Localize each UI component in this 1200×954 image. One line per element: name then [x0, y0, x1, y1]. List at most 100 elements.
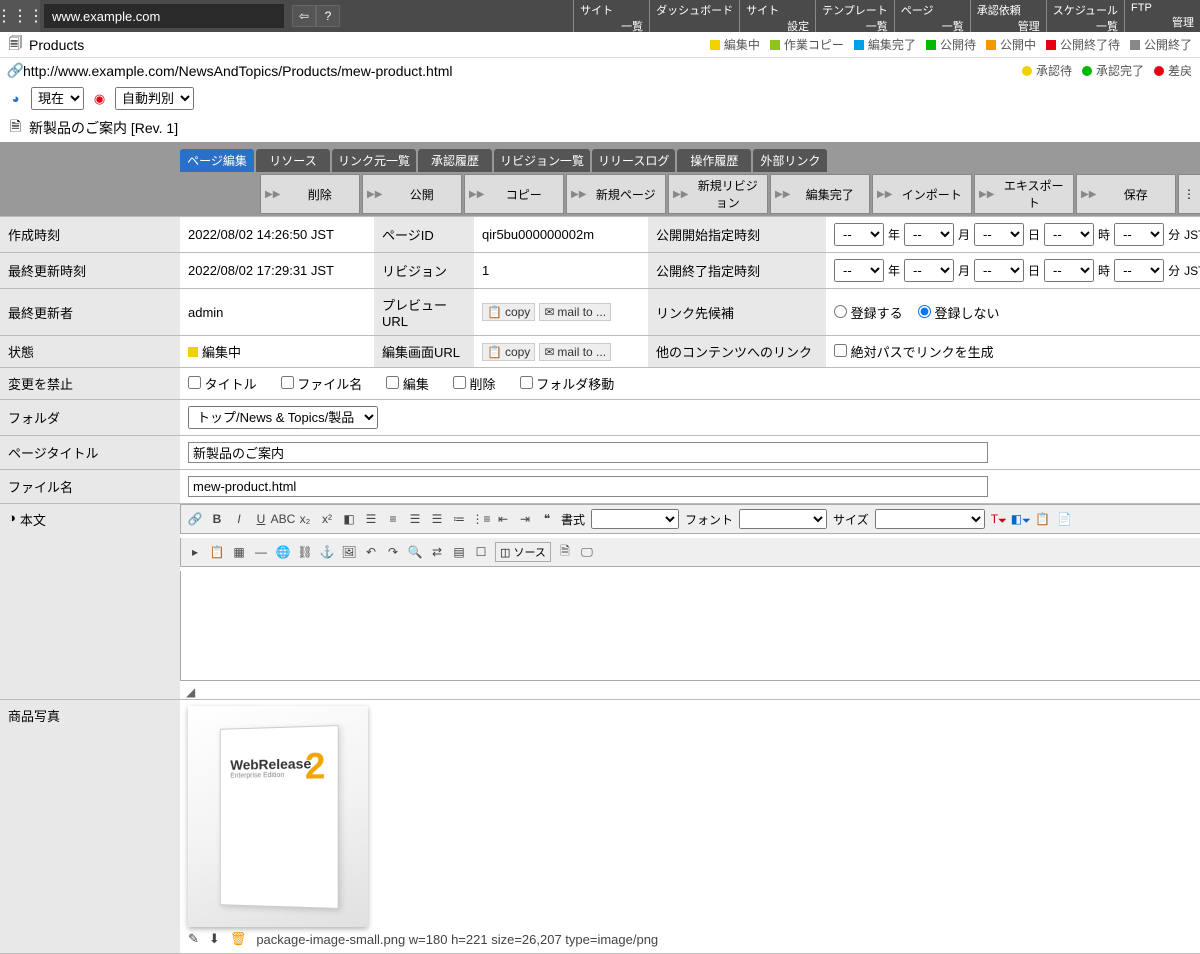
- cube-icon[interactable]: ◧: [341, 511, 357, 527]
- lock-move-cb[interactable]: フォルダ移動: [520, 374, 615, 393]
- topnav-item[interactable]: サイト設定: [739, 0, 815, 32]
- align-right-icon[interactable]: ☰: [407, 511, 423, 527]
- tab-6[interactable]: 操作履歴: [677, 149, 751, 172]
- indent-icon[interactable]: ⇥: [517, 511, 533, 527]
- clipboard-icon[interactable]: 📄: [1057, 511, 1073, 527]
- textcolor-icon[interactable]: T🞃: [991, 511, 1007, 527]
- bold-icon[interactable]: B: [209, 511, 225, 527]
- min-select2[interactable]: --: [1114, 259, 1164, 282]
- globe-icon[interactable]: 🌐: [275, 544, 291, 560]
- copy-button[interactable]: 📋 copy: [482, 303, 535, 321]
- tab-1[interactable]: リソース: [256, 149, 330, 172]
- image-icon[interactable]: 🖼: [341, 544, 357, 560]
- hour-select2[interactable]: --: [1044, 259, 1094, 282]
- topnav-item[interactable]: ダッシュボード: [649, 0, 739, 32]
- download-icon[interactable]: ⬇: [209, 931, 220, 947]
- toolbar-more[interactable]: ⋮: [1178, 174, 1200, 214]
- toolbar-保存[interactable]: ▶▶保存: [1076, 174, 1176, 214]
- topnav-item[interactable]: ページ一覧: [894, 0, 970, 32]
- year-select2[interactable]: --: [834, 259, 884, 282]
- year-select[interactable]: --: [834, 223, 884, 246]
- tab-4[interactable]: リビジョン一覧: [494, 149, 590, 172]
- unlink-icon[interactable]: ⛓: [297, 544, 313, 560]
- format-select[interactable]: [591, 509, 679, 529]
- grid-icon[interactable]: ▤: [451, 544, 467, 560]
- month-select2[interactable]: --: [904, 259, 954, 282]
- toolbar-削除[interactable]: ▶▶削除: [260, 174, 360, 214]
- topnav-item[interactable]: サイト一覧: [573, 0, 649, 32]
- sub-icon[interactable]: x₂: [297, 511, 313, 527]
- outdent-icon[interactable]: ⇤: [495, 511, 511, 527]
- day-select2[interactable]: --: [974, 259, 1024, 282]
- copy-button2[interactable]: 📋 copy: [482, 343, 535, 361]
- toolbar-新規リビジョン[interactable]: ▶▶新規リビジョン: [668, 174, 768, 214]
- tab-7[interactable]: 外部リンク: [753, 149, 827, 172]
- source-btn[interactable]: ◫ ソース: [495, 542, 551, 562]
- time-select[interactable]: 現在: [31, 87, 84, 110]
- align-center-icon[interactable]: ≡: [385, 511, 401, 527]
- delete-icon[interactable]: 🗑: [230, 931, 247, 947]
- preview-icon[interactable]: 🗎: [557, 544, 573, 560]
- tab-0[interactable]: ページ編集: [180, 149, 254, 172]
- back-icon[interactable]: ⇦: [292, 5, 316, 27]
- month-select[interactable]: --: [904, 223, 954, 246]
- editor-resize-grip[interactable]: ◢: [180, 685, 1200, 699]
- monitor-icon[interactable]: 🖵: [579, 544, 595, 560]
- tab-2[interactable]: リンク元一覧: [332, 149, 416, 172]
- topnav-item[interactable]: テンプレート一覧: [815, 0, 894, 32]
- mailto-button2[interactable]: ✉ mail to ...: [539, 343, 611, 361]
- table-icon[interactable]: ▦: [231, 544, 247, 560]
- collapse-icon[interactable]: ◑: [8, 510, 16, 525]
- font-select[interactable]: [739, 509, 827, 529]
- filename-input[interactable]: [188, 476, 988, 497]
- register-on-radio[interactable]: 登録する: [834, 303, 903, 322]
- lock-edit-cb[interactable]: 編集: [386, 374, 429, 393]
- toolbar-エキスポート[interactable]: ▶▶エキスポート: [974, 174, 1074, 214]
- topnav-item[interactable]: 承認依頼管理: [970, 0, 1046, 32]
- paste2-icon[interactable]: 📋: [209, 544, 225, 560]
- expand-icon[interactable]: ▸: [187, 544, 203, 560]
- lock-title-cb[interactable]: タイトル: [188, 374, 257, 393]
- undo-icon[interactable]: ↶: [363, 544, 379, 560]
- mode-select[interactable]: 自動判別: [115, 87, 194, 110]
- abspath-checkbox[interactable]: 絶対パスでリンクを生成: [834, 342, 994, 361]
- tab-3[interactable]: 承認履歴: [418, 149, 492, 172]
- quote-icon[interactable]: ❝: [539, 511, 555, 527]
- toolbar-公開[interactable]: ▶▶公開: [362, 174, 462, 214]
- replace-icon[interactable]: ⇄: [429, 544, 445, 560]
- strike-icon[interactable]: ABC: [275, 511, 291, 527]
- mailto-button[interactable]: ✉ mail to ...: [539, 303, 611, 321]
- min-select[interactable]: --: [1114, 223, 1164, 246]
- day-select[interactable]: --: [974, 223, 1024, 246]
- underline-icon[interactable]: U: [253, 511, 269, 527]
- toolbar-インポート[interactable]: ▶▶インポート: [872, 174, 972, 214]
- tab-5[interactable]: リリースログ: [592, 149, 675, 172]
- edit-icon[interactable]: ✎: [188, 931, 199, 947]
- hr-icon[interactable]: —: [253, 544, 269, 560]
- pagetitle-input[interactable]: [188, 442, 988, 463]
- ol-icon[interactable]: ≔: [451, 511, 467, 527]
- topnav-item[interactable]: FTP管理: [1124, 0, 1200, 32]
- folder-select[interactable]: トップ/News & Topics/製品: [188, 406, 378, 429]
- toolbar-新規ページ[interactable]: ▶▶新規ページ: [566, 174, 666, 214]
- find-icon[interactable]: 🔍: [407, 544, 423, 560]
- align-left-icon[interactable]: ☰: [363, 511, 379, 527]
- redo-icon[interactable]: ↷: [385, 544, 401, 560]
- toolbar-編集完了[interactable]: ▶▶編集完了: [770, 174, 870, 214]
- size-select[interactable]: [875, 509, 985, 529]
- editor-textarea[interactable]: [180, 571, 1200, 681]
- bgcolor-icon[interactable]: ◧🞃: [1013, 511, 1029, 527]
- lock-filename-cb[interactable]: ファイル名: [281, 374, 363, 393]
- lock-delete-cb[interactable]: 削除: [453, 374, 496, 393]
- toolbar-コピー[interactable]: ▶▶コピー: [464, 174, 564, 214]
- link-icon[interactable]: 🔗: [187, 511, 203, 527]
- anchor-icon[interactable]: ⚓: [319, 544, 335, 560]
- hour-select[interactable]: --: [1044, 223, 1094, 246]
- form-icon[interactable]: ☐: [473, 544, 489, 560]
- justify-icon[interactable]: ☰: [429, 511, 445, 527]
- register-off-radio[interactable]: 登録しない: [918, 303, 1000, 322]
- sup-icon[interactable]: x²: [319, 511, 335, 527]
- paste-icon[interactable]: 📋: [1035, 511, 1051, 527]
- topnav-item[interactable]: スケジュール一覧: [1046, 0, 1124, 32]
- ul-icon[interactable]: ⋮≡: [473, 511, 489, 527]
